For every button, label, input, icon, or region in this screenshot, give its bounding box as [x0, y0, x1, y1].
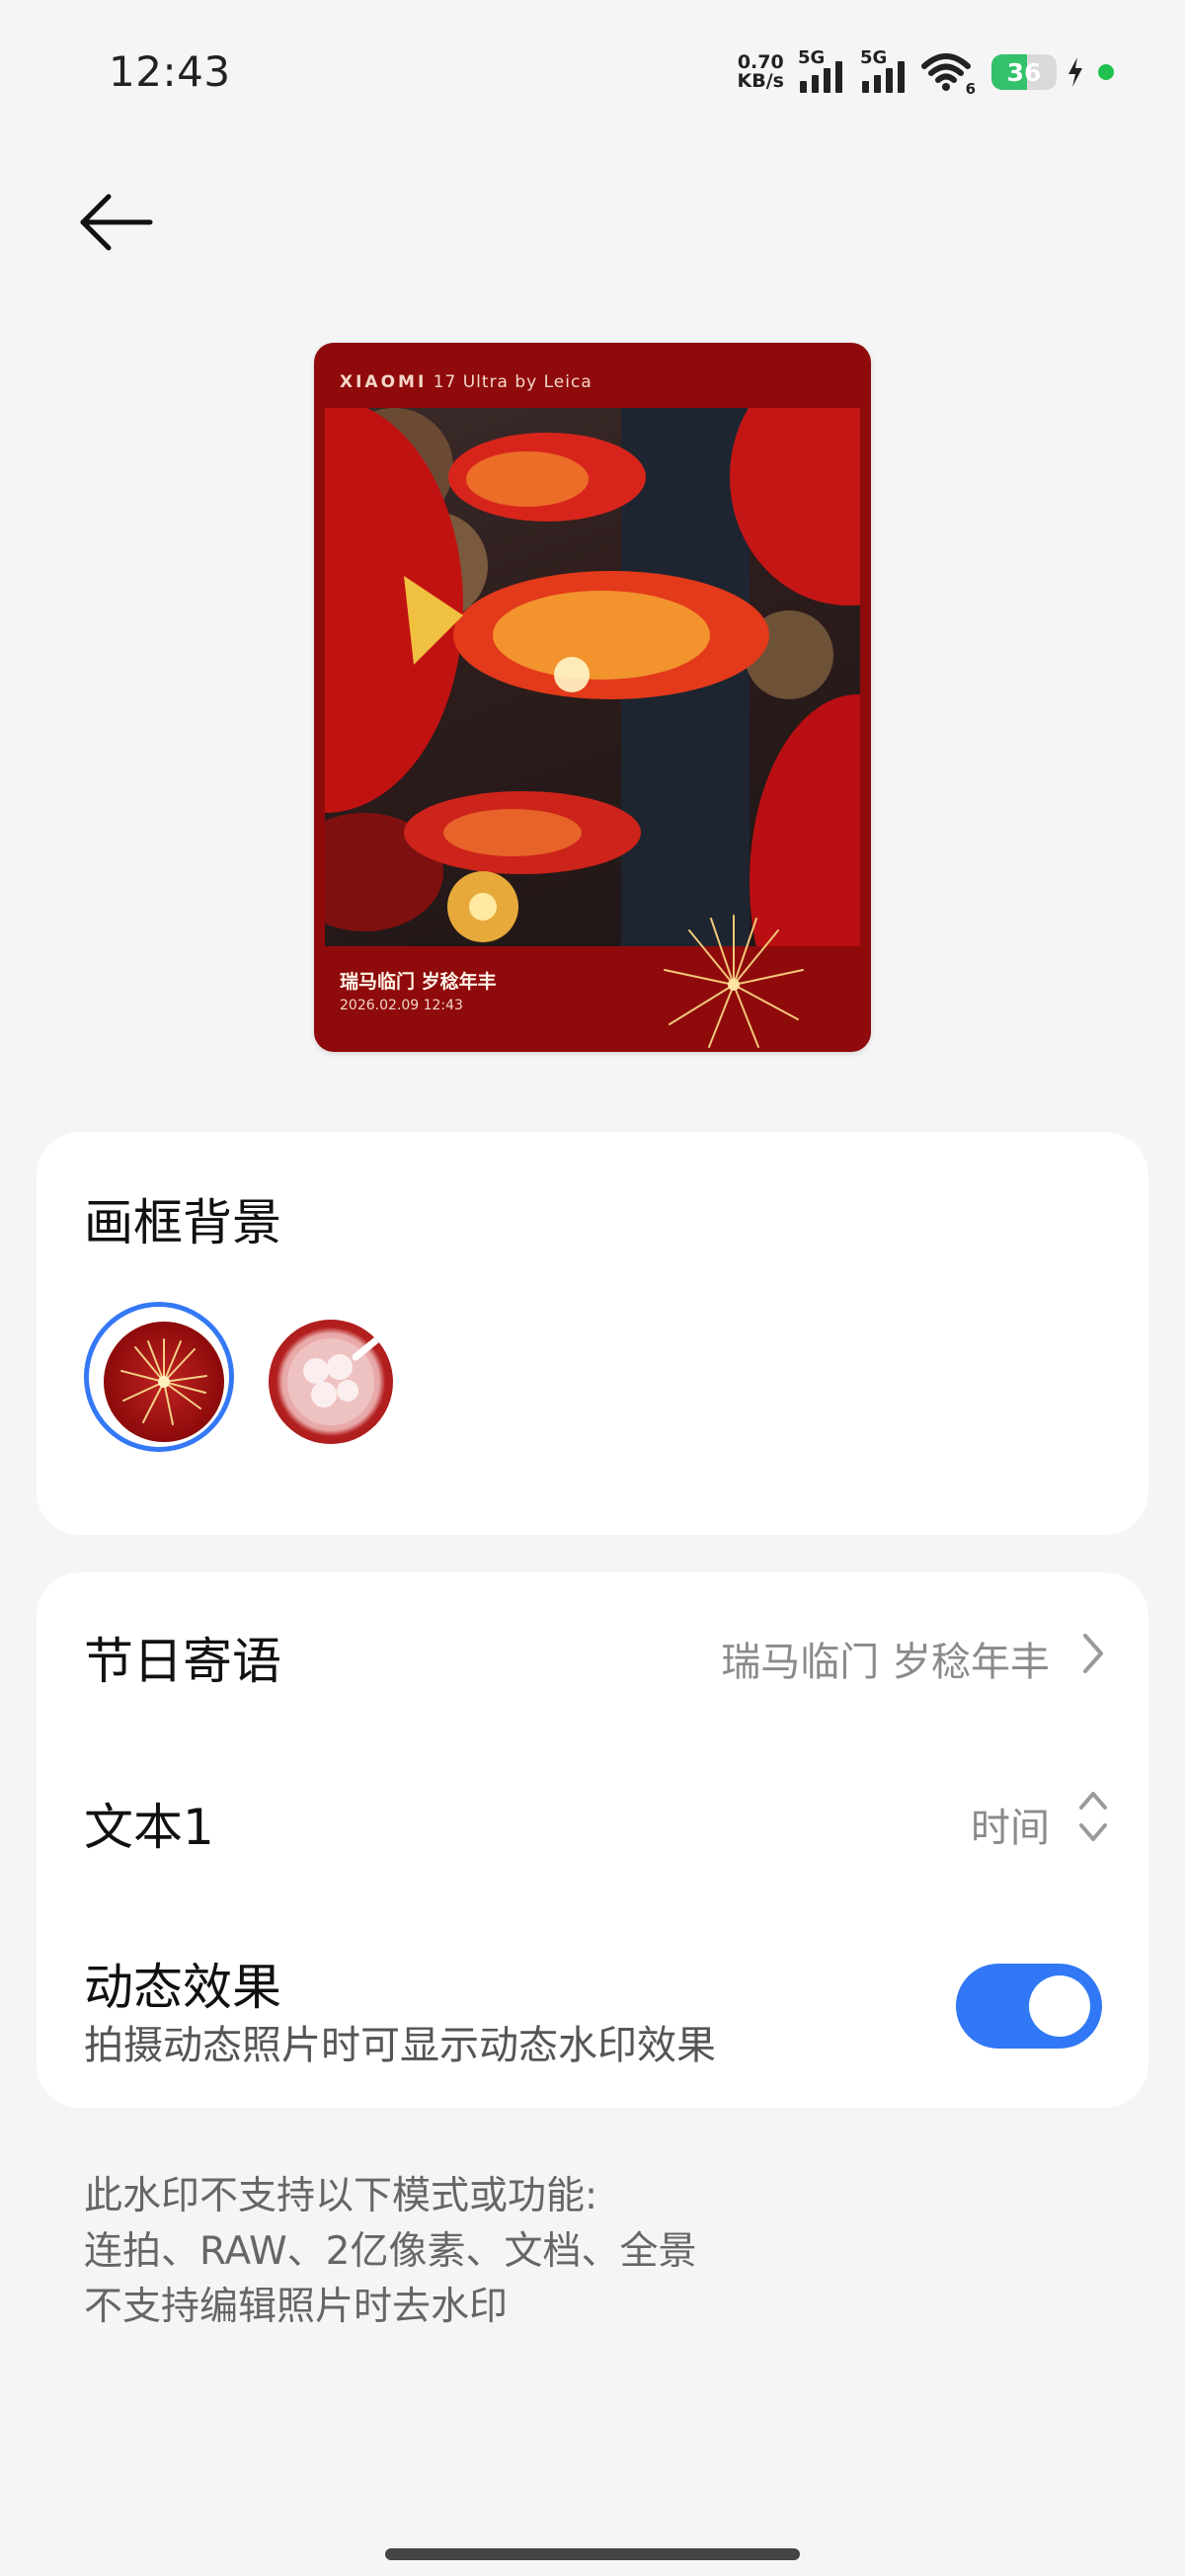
note-line-3: 不支持编辑照片时去水印 [84, 2285, 509, 2329]
wifi-tag: 6 [965, 80, 976, 98]
unsupported-note: 此水印不支持以下模式或功能: 连拍、RAW、2亿像素、文档、全景 不支持编辑照片… [84, 2169, 696, 2335]
wifi-icon: 6 [920, 52, 976, 98]
toggle-knob [1029, 1975, 1090, 2037]
note-line-1: 此水印不支持以下模式或功能: [84, 2174, 598, 2218]
text1-label: 文本1 [84, 1799, 214, 1856]
dynamic-effect-description: 拍摄动态照片时可显示动态水印效果 [84, 2023, 716, 2068]
greeting-label: 节日寄语 [84, 1633, 281, 1690]
note-line-2: 连拍、RAW、2亿像素、文档、全景 [84, 2229, 697, 2274]
back-arrow-icon [80, 194, 153, 251]
text1-row[interactable]: 文本1 时间 [37, 1734, 1148, 1902]
text1-value: 时间 [971, 1806, 1050, 1851]
charging-bolt-icon [1068, 57, 1082, 87]
frame-background-title: 画框背景 [84, 1194, 281, 1251]
chevron-up-down-icon [1079, 1792, 1107, 1841]
status-time: 12:43 [109, 47, 231, 96]
home-indicator[interactable] [385, 2548, 800, 2560]
dynamic-effect-toggle[interactable] [956, 1964, 1102, 2049]
signal-sim1-icon: 5G [798, 47, 842, 93]
sim1-network-tag: 5G [798, 47, 826, 68]
preview-photo [325, 408, 860, 946]
network-speed: 0.70 KB/s [738, 53, 784, 91]
settings-card: 节日寄语 瑞马临门 岁稔年丰 文本1 时间 动态效果 拍摄动态照片时可显示动态水… [37, 1572, 1148, 2108]
back-button[interactable] [77, 188, 156, 257]
fireworks-icon [120, 1338, 207, 1425]
network-speed-unit: KB/s [737, 70, 784, 92]
preview-datetime: 2026.02.09 12:43 [340, 998, 463, 1013]
preview-slogan: 瑞马临门 岁稔年丰 [340, 971, 497, 993]
battery-icon: 36 [991, 54, 1057, 90]
preview-brand-model: 17 Ultra by Leica [433, 372, 592, 392]
frame-background-card: 画框背景 [37, 1132, 1148, 1535]
preview-brand: XIAOMI 17 Ultra by Leica [340, 372, 592, 392]
frame-option-fireworks[interactable] [104, 1322, 224, 1442]
greeting-value: 瑞马临门 岁稔年丰 [721, 1640, 1050, 1685]
greeting-row[interactable]: 节日寄语 瑞马临门 岁稔年丰 [37, 1572, 1148, 1734]
battery-level: 36 [1006, 57, 1042, 87]
privacy-indicator-dot [1098, 64, 1114, 80]
dynamic-effect-label: 动态效果 [84, 1959, 281, 2016]
firework-decoration-icon [664, 915, 804, 1048]
signal-sim2-icon: 5G [860, 47, 905, 93]
frame-option-tangyuan[interactable] [269, 1320, 393, 1444]
preview-brand-name: XIAOMI [340, 372, 428, 392]
tangyuan-bowl-icon [287, 1335, 381, 1425]
sim2-network-tag: 5G [860, 47, 888, 68]
watermark-preview: XIAOMI 17 Ultra by Leica 瑞马临门 岁稔年丰 2026. [314, 343, 871, 1052]
status-icons: 0.70 KB/s 5G 5G 6 36 [738, 47, 1114, 98]
chevron-right-icon [1083, 1634, 1103, 1673]
